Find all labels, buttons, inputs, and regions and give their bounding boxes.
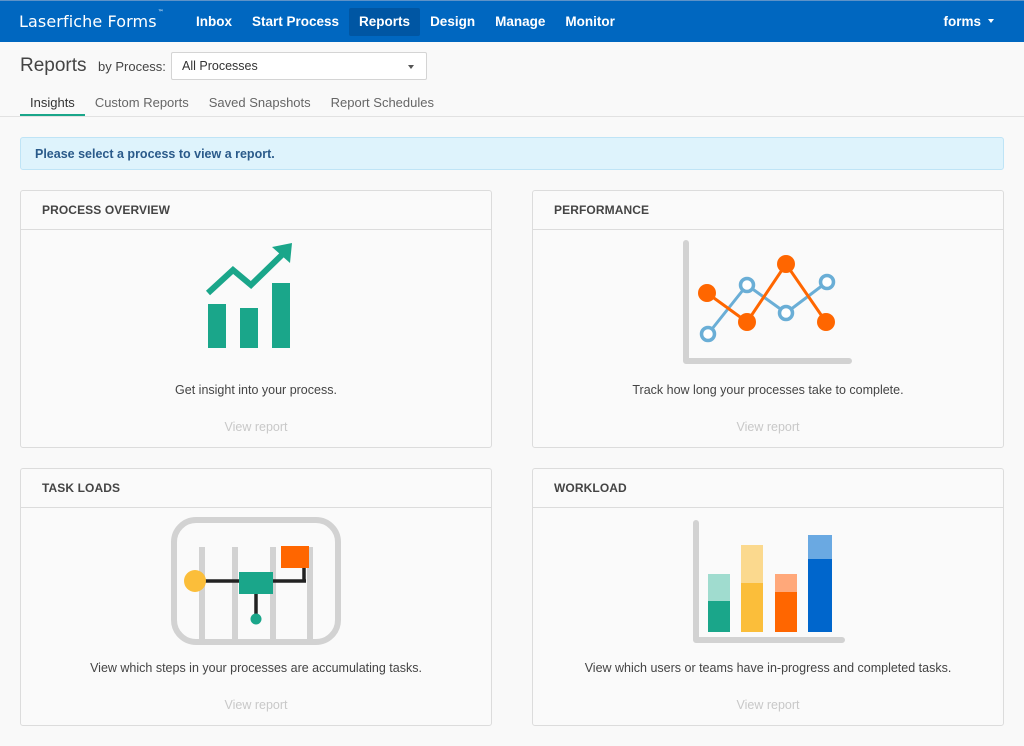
top-nav-bar: Laserfiche Forms™ Inbox Start Process Re… (0, 0, 1024, 42)
info-alert: Please select a process to view a report… (20, 137, 1004, 170)
task-loads-card: TASK LOADS View which steps in your proc… (20, 468, 492, 726)
by-process-label: by Process: (98, 59, 166, 74)
card-illustration (533, 231, 1003, 371)
nav-monitor[interactable]: Monitor (555, 8, 625, 36)
brand-name: Laserfiche Forms (19, 12, 157, 31)
card-illustration (533, 509, 1003, 649)
card-description: View which users or teams have in-progre… (584, 661, 952, 675)
user-menu[interactable]: forms (943, 8, 994, 36)
tabs-divider (0, 116, 1024, 117)
bar-chart-trend-icon (205, 243, 292, 348)
nav-inbox[interactable]: Inbox (186, 8, 242, 36)
process-overview-card: PROCESS OVERVIEW Get insight into your p… (20, 190, 492, 448)
caret-down-icon (988, 19, 994, 24)
card-description: Track how long your processes take to co… (632, 383, 904, 397)
user-name: forms (943, 14, 981, 29)
tab-report-schedules[interactable]: Report Schedules (321, 90, 444, 117)
line-chart-icon (683, 240, 852, 364)
process-steps-icon (171, 517, 341, 645)
stacked-bar-chart-icon (693, 520, 845, 643)
card-title: WORKLOAD (533, 469, 1003, 508)
view-report-link[interactable]: View report (533, 420, 1003, 434)
card-illustration (21, 231, 491, 371)
view-report-link[interactable]: View report (533, 698, 1003, 712)
card-illustration (21, 509, 491, 649)
nav-start-process[interactable]: Start Process (242, 8, 349, 36)
nav-reports[interactable]: Reports (349, 8, 421, 36)
app-logo[interactable]: Laserfiche Forms™ (19, 8, 164, 31)
alert-text: Please select a process to view a report… (35, 147, 275, 161)
nav-design[interactable]: Design (420, 8, 485, 36)
process-select[interactable]: All Processes (171, 52, 427, 80)
trademark: ™ (157, 8, 164, 16)
caret-down-icon (408, 65, 414, 69)
card-description: View which steps in your processes are a… (90, 661, 422, 675)
report-tabs: Insights Custom Reports Saved Snapshots … (20, 90, 444, 117)
view-report-link[interactable]: View report (21, 420, 491, 434)
card-description: Get insight into your process. (175, 383, 337, 397)
card-title: PERFORMANCE (533, 191, 1003, 230)
main-nav: Inbox Start Process Reports Design Manag… (186, 8, 625, 36)
card-title: PROCESS OVERVIEW (21, 191, 491, 230)
tab-saved-snapshots[interactable]: Saved Snapshots (199, 90, 321, 117)
process-select-value: All Processes (182, 59, 258, 73)
nav-manage[interactable]: Manage (485, 8, 555, 36)
card-title: TASK LOADS (21, 469, 491, 508)
page-title: Reports (20, 55, 87, 76)
performance-card: PERFORMANCE Track how long your processe… (532, 190, 1004, 448)
workload-card: WORKLOAD View which users or teams have … (532, 468, 1004, 726)
tab-insights[interactable]: Insights (20, 90, 85, 117)
tab-custom-reports[interactable]: Custom Reports (85, 90, 199, 117)
view-report-link[interactable]: View report (21, 698, 491, 712)
